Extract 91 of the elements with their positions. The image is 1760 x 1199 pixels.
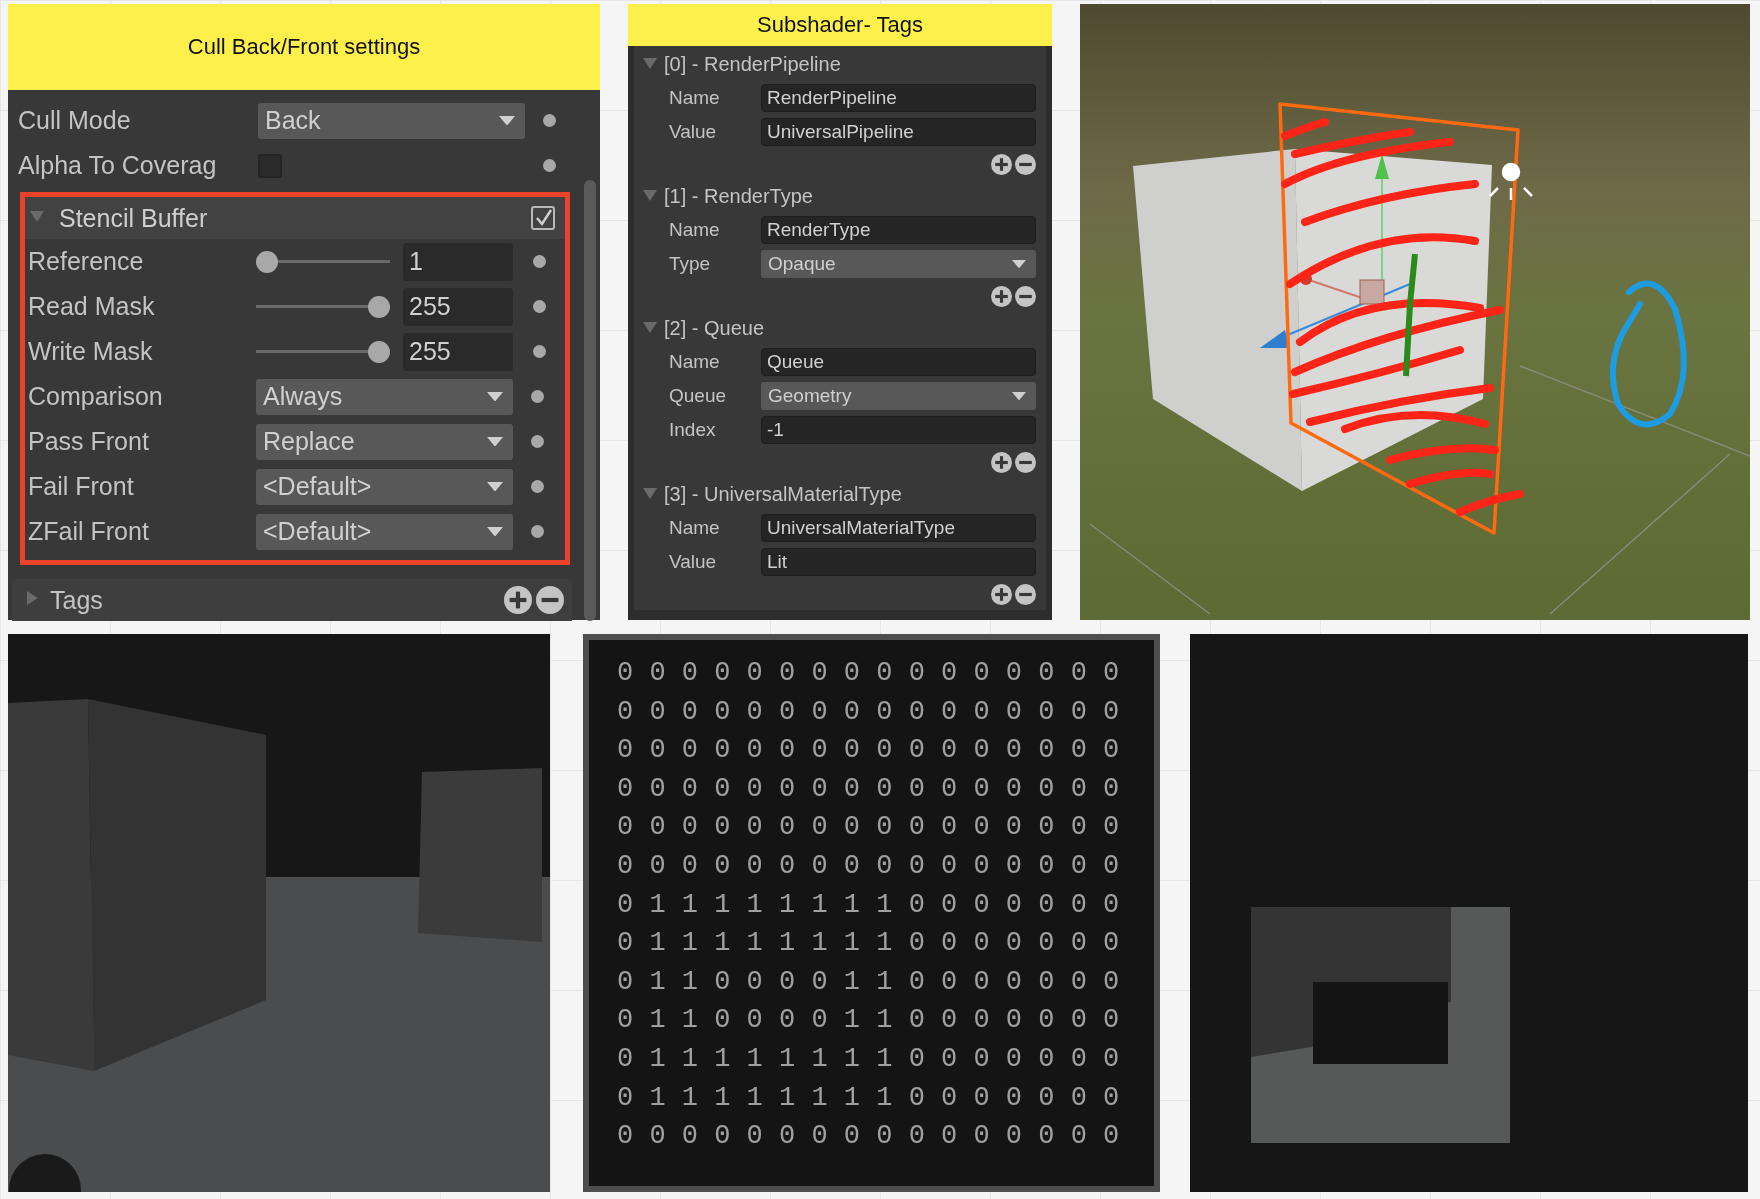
stencil-value-row-text: 0 0 0 0 0 0 0 0 0 0 0 0 0 0 0 0 (617, 695, 1121, 729)
tag-header[interactable]: [3] - UniversalMaterialType (664, 483, 902, 506)
text-field[interactable]: UniversalPipeline (761, 118, 1036, 146)
dot-icon (543, 159, 556, 172)
panel-title: Cull Back/Front settings (8, 4, 600, 90)
field-label: Value (669, 121, 717, 143)
field-label: Name (669, 351, 720, 373)
text-field[interactable]: RenderPipeline (761, 84, 1036, 112)
stencil-value-row-text: 0 0 0 0 0 0 0 0 0 0 0 0 0 0 0 0 (617, 734, 1121, 768)
stencil-value-row-text: 0 0 0 0 0 0 0 0 0 0 0 0 0 0 0 0 (617, 657, 1121, 690)
plus-icon[interactable] (991, 452, 1012, 473)
field-label: Type (669, 253, 711, 275)
property-label: Fail Front (28, 472, 135, 501)
text-field[interactable]: Queue (761, 348, 1036, 376)
field-label: Value (669, 551, 717, 573)
field-label: Name (669, 219, 720, 241)
dropdown[interactable]: Replace (256, 423, 513, 460)
field-label: Queue (669, 385, 727, 407)
stencil-value-row-text: 0 0 0 0 0 0 0 0 0 0 0 0 0 0 0 0 (617, 849, 1121, 883)
property-label: Pass Front (28, 427, 150, 456)
tag-header[interactable]: [2] - Queue (664, 317, 765, 340)
dot-icon (531, 525, 544, 538)
caret-icon (487, 526, 503, 537)
caret-icon (487, 481, 503, 492)
panel-title: Subshader- Tags (628, 4, 1052, 46)
plus-icon[interactable] (991, 286, 1012, 307)
transform-gizmo-icon (1260, 154, 1411, 348)
plus-icon[interactable] (991, 584, 1012, 605)
dot-icon (533, 345, 546, 358)
text-field[interactable]: RenderType (761, 216, 1036, 244)
property-label: Write Mask (28, 337, 154, 366)
minus-icon[interactable] (1015, 452, 1036, 473)
dropdown[interactable]: Back (258, 102, 525, 139)
dot-icon (533, 300, 546, 313)
light-icon (1488, 162, 1534, 202)
minus-icon[interactable] (536, 586, 564, 614)
dot-icon (531, 435, 544, 448)
section-title: Stencil Buffer (59, 203, 208, 233)
stencil-value-row-text: 0 1 1 1 1 1 1 1 1 0 0 0 0 0 0 0 (617, 888, 1121, 922)
dropdown[interactable]: Opaque (761, 250, 1036, 278)
stencil-value-row-text: 0 1 1 1 1 1 1 1 1 0 0 0 0 0 0 0 (617, 1081, 1121, 1115)
minus-icon[interactable] (1015, 286, 1036, 307)
field-label: Name (669, 517, 720, 539)
property-label: ZFail Front (28, 517, 150, 546)
minus-icon[interactable] (1015, 154, 1036, 175)
scrollbar[interactable] (584, 180, 596, 621)
slider-thumb[interactable] (368, 340, 390, 363)
stencil-value-row-text: 0 0 0 0 0 0 0 0 0 0 0 0 0 0 0 0 (617, 811, 1121, 845)
property-label: Read Mask (28, 292, 156, 321)
number-field[interactable]: 255 (403, 287, 513, 326)
stencil-value-row-text: 0 0 0 0 0 0 0 0 0 0 0 0 0 0 0 0 (617, 772, 1121, 806)
field-label: Index (669, 419, 716, 441)
caret-icon (499, 115, 515, 126)
checkbox[interactable] (531, 206, 555, 230)
plus-icon[interactable] (991, 154, 1012, 175)
dot-icon (543, 114, 556, 127)
property-label: Cull Mode (18, 106, 132, 135)
property-label: Comparison (28, 382, 164, 411)
stencil-value-row-text: 0 0 0 0 0 0 0 0 0 0 0 0 0 0 0 0 (617, 1120, 1121, 1154)
caret-icon (487, 436, 503, 447)
text-field[interactable]: Lit (761, 548, 1036, 576)
property-label: Alpha To Coverag (18, 151, 218, 180)
section-header[interactable]: Tags (12, 579, 572, 621)
stencil-value-row-text: 0 1 1 0 0 0 0 1 1 0 0 0 0 0 0 0 (617, 965, 1121, 999)
section-title: Tags (50, 585, 103, 615)
slider-thumb[interactable] (368, 295, 390, 318)
minus-icon[interactable] (1015, 584, 1036, 605)
dropdown[interactable]: <Default> (256, 513, 513, 550)
number-field[interactable]: 255 (403, 332, 513, 371)
stencil-value-row-text: 0 1 1 1 1 1 1 1 1 0 0 0 0 0 0 0 (617, 1042, 1121, 1076)
plus-icon[interactable] (504, 586, 532, 614)
slider-thumb[interactable] (256, 250, 278, 273)
caret-icon (1012, 259, 1026, 269)
text-field[interactable]: -1 (761, 416, 1036, 444)
tag-header[interactable]: [0] - RenderPipeline (664, 53, 841, 76)
dot-icon (531, 390, 544, 403)
dot-icon (531, 480, 544, 493)
number-field[interactable]: 1 (403, 242, 513, 281)
field-label: Name (669, 87, 720, 109)
caret-icon (1012, 391, 1026, 401)
dropdown[interactable]: Always (256, 378, 513, 415)
dot-icon (533, 255, 546, 268)
stencil-value-row-text: 0 1 1 1 1 1 1 1 1 0 0 0 0 0 0 0 (617, 927, 1121, 961)
property-label: Reference (28, 247, 145, 276)
checkmark-icon (534, 209, 552, 227)
dropdown[interactable]: <Default> (256, 468, 513, 505)
dropdown[interactable]: Geometry (761, 382, 1036, 410)
stencil-value-row-text: 0 1 1 0 0 0 0 1 1 0 0 0 0 0 0 0 (617, 1004, 1121, 1038)
tag-header[interactable]: [1] - RenderType (664, 185, 813, 208)
caret-icon (487, 391, 503, 402)
text-field[interactable]: UniversalMaterialType (761, 514, 1036, 542)
